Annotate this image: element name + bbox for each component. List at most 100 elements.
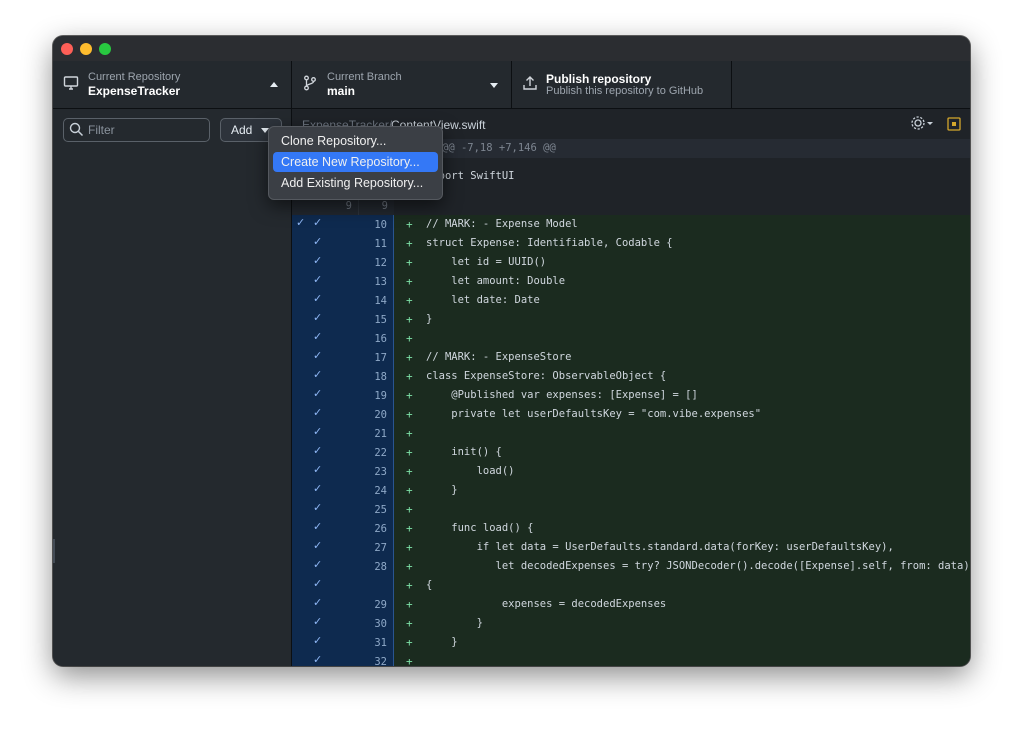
line-check-icon[interactable]: ✓ bbox=[313, 634, 322, 647]
diff-added-line[interactable]: ✓ 32 + bbox=[292, 652, 970, 666]
diff-added-line[interactable]: ✓ 26 + func load() { bbox=[292, 519, 970, 538]
diff-added-line[interactable]: ✓ + { bbox=[292, 576, 970, 595]
diff-added-line[interactable]: ✓ 18 + class ExpenseStore: ObservableObject… bbox=[292, 367, 970, 386]
publish-repository-button[interactable]: Publish repository Publish this reposito… bbox=[512, 61, 732, 108]
line-selection-gutter[interactable]: ✓ bbox=[292, 462, 359, 481]
sidebar: Filter Add bbox=[53, 109, 292, 666]
line-check-icon[interactable]: ✓ bbox=[313, 273, 322, 286]
line-check-icon[interactable]: ✓ bbox=[313, 387, 322, 400]
diff-added-line[interactable]: ✓ 16 + bbox=[292, 329, 970, 348]
line-selection-gutter[interactable]: ✓ bbox=[292, 424, 359, 443]
line-check-icon[interactable]: ✓ bbox=[313, 463, 322, 476]
new-line-gutter: 18 bbox=[358, 367, 394, 386]
line-selection-gutter[interactable]: ✓ bbox=[292, 367, 359, 386]
line-selection-gutter[interactable]: ✓ bbox=[292, 500, 359, 519]
diff-added-line[interactable]: ✓ 28 + let decodedExpenses = try? JSONDeco… bbox=[292, 557, 970, 576]
line-selection-gutter[interactable]: ✓ bbox=[292, 291, 359, 310]
line-check-icon[interactable]: ✓ bbox=[313, 425, 322, 438]
menu-item-create-new-repository[interactable]: Create New Repository... bbox=[273, 152, 438, 172]
diff-added-line[interactable]: ✓ 23 + load() bbox=[292, 462, 970, 481]
diff-added-line[interactable]: ✓ 31 + } bbox=[292, 633, 970, 652]
line-selection-gutter[interactable]: ✓ bbox=[292, 557, 359, 576]
line-check-icon[interactable]: ✓ bbox=[313, 254, 322, 267]
menu-item-label: Create New Repository... bbox=[281, 155, 420, 169]
title-bar bbox=[53, 36, 970, 62]
line-selection-gutter[interactable]: ✓ bbox=[292, 348, 359, 367]
diff-added-line[interactable]: ✓ 19 + @Published var expenses: [Expense] … bbox=[292, 386, 970, 405]
line-selection-gutter[interactable]: ✓ bbox=[292, 519, 359, 538]
menu-item-clone-repository[interactable]: Clone Repository... bbox=[273, 131, 438, 151]
line-check-icon[interactable]: ✓ bbox=[313, 482, 322, 495]
line-check-icon[interactable]: ✓ bbox=[313, 311, 322, 324]
line-selection-gutter[interactable]: ✓ bbox=[292, 253, 359, 272]
diff-added-line[interactable]: ✓ 12 + let id = UUID() bbox=[292, 253, 970, 272]
line-check-icon[interactable]: ✓ bbox=[313, 330, 322, 343]
diff-added-line[interactable]: ✓ 14 + let date: Date bbox=[292, 291, 970, 310]
close-window-button[interactable] bbox=[61, 43, 73, 55]
line-check-icon[interactable]: ✓ bbox=[313, 539, 322, 552]
line-selection-gutter[interactable]: ✓ bbox=[292, 272, 359, 291]
diff-added-line[interactable]: ✓ 20 + private let userDefaultsKey = "com.… bbox=[292, 405, 970, 424]
added-marker: + bbox=[406, 617, 413, 630]
line-check-icon[interactable]: ✓ bbox=[313, 368, 322, 381]
filter-input[interactable]: Filter bbox=[63, 118, 210, 142]
line-selection-gutter[interactable]: ✓ bbox=[292, 443, 359, 462]
line-selection-gutter[interactable]: ✓ bbox=[292, 576, 359, 595]
diff-added-line[interactable]: ✓ 13 + let amount: Double bbox=[292, 272, 970, 291]
gear-icon[interactable] bbox=[910, 115, 934, 136]
menu-item-add-existing-repository[interactable]: Add Existing Repository... bbox=[273, 173, 438, 193]
line-selection-gutter[interactable]: ✓ bbox=[292, 234, 359, 253]
diff-added-line[interactable]: ✓ 17 + // MARK: - ExpenseStore bbox=[292, 348, 970, 367]
diff-added-line[interactable]: ✓ 29 + expenses = decodedExpenses bbox=[292, 595, 970, 614]
add-repository-menu: Clone Repository... Create New Repositor… bbox=[268, 126, 443, 200]
line-selection-gutter[interactable]: ✓ bbox=[292, 310, 359, 329]
open-in-editor-icon[interactable] bbox=[947, 117, 961, 136]
diff-added-line[interactable]: ✓ ✓ 10 +// MARK: - Expense Model bbox=[292, 215, 970, 234]
line-check-icon[interactable]: ✓ bbox=[313, 558, 322, 571]
line-check-icon[interactable]: ✓ bbox=[313, 520, 322, 533]
line-selection-gutter[interactable]: ✓ bbox=[292, 405, 359, 424]
diff-added-line[interactable]: ✓ 22 + init() { bbox=[292, 443, 970, 462]
diff-added-line[interactable]: ✓ 21 + bbox=[292, 424, 970, 443]
line-selection-gutter[interactable]: ✓ bbox=[292, 633, 359, 652]
diff-added-line[interactable]: ✓ 24 + } bbox=[292, 481, 970, 500]
line-selection-gutter[interactable]: ✓ bbox=[292, 329, 359, 348]
minimize-window-button[interactable] bbox=[80, 43, 92, 55]
diff-added-line[interactable]: ✓ 27 + if let data = UserDefaults.standard… bbox=[292, 538, 970, 557]
line-selection-gutter[interactable]: ✓ ✓ bbox=[292, 215, 359, 234]
line-check-icon[interactable]: ✓ bbox=[313, 501, 322, 514]
line-selection-gutter[interactable]: ✓ bbox=[292, 595, 359, 614]
line-selection-gutter[interactable]: ✓ bbox=[292, 614, 359, 633]
line-check-icon[interactable]: ✓ bbox=[313, 577, 322, 590]
diff-added-line[interactable]: ✓ 11 + struct Expense: Identifiable, Codabl… bbox=[292, 234, 970, 253]
zoom-window-button[interactable] bbox=[99, 43, 111, 55]
new-line-number: 28 bbox=[374, 561, 387, 573]
resize-handle[interactable] bbox=[53, 539, 55, 563]
code-text: func load() { bbox=[426, 522, 534, 534]
line-check-icon[interactable]: ✓ bbox=[313, 292, 322, 305]
line-check-icon[interactable]: ✓ bbox=[313, 406, 322, 419]
line-check-icon[interactable]: ✓ bbox=[313, 349, 322, 362]
line-check-icon[interactable]: ✓ bbox=[313, 235, 322, 248]
line-check-icon[interactable]: ✓ bbox=[313, 444, 322, 457]
hunk-check-icon[interactable]: ✓ bbox=[296, 216, 305, 229]
line-selection-gutter[interactable]: ✓ bbox=[292, 481, 359, 500]
line-selection-gutter[interactable]: ✓ bbox=[292, 652, 359, 666]
added-marker: + bbox=[406, 522, 413, 535]
current-repository-selector[interactable]: Current Repository ExpenseTracker bbox=[53, 61, 292, 108]
line-selection-gutter[interactable]: ✓ bbox=[292, 538, 359, 557]
current-branch-selector[interactable]: Current Branch main bbox=[292, 61, 512, 108]
diff-added-line[interactable]: ✓ 25 + bbox=[292, 500, 970, 519]
line-check-icon[interactable]: ✓ bbox=[313, 615, 322, 628]
new-line-gutter: 19 bbox=[358, 386, 394, 405]
line-check-icon[interactable]: ✓ bbox=[313, 653, 322, 666]
diff-added-line[interactable]: ✓ 15 +} bbox=[292, 310, 970, 329]
new-line-number: 22 bbox=[374, 447, 387, 459]
new-line-number: 27 bbox=[374, 542, 387, 554]
caret-up-icon bbox=[270, 82, 278, 87]
line-selection-gutter[interactable]: ✓ bbox=[292, 386, 359, 405]
line-check-icon[interactable]: ✓ bbox=[313, 216, 322, 229]
diff-added-line[interactable]: ✓ 30 + } bbox=[292, 614, 970, 633]
added-marker: + bbox=[406, 313, 413, 326]
line-check-icon[interactable]: ✓ bbox=[313, 596, 322, 609]
